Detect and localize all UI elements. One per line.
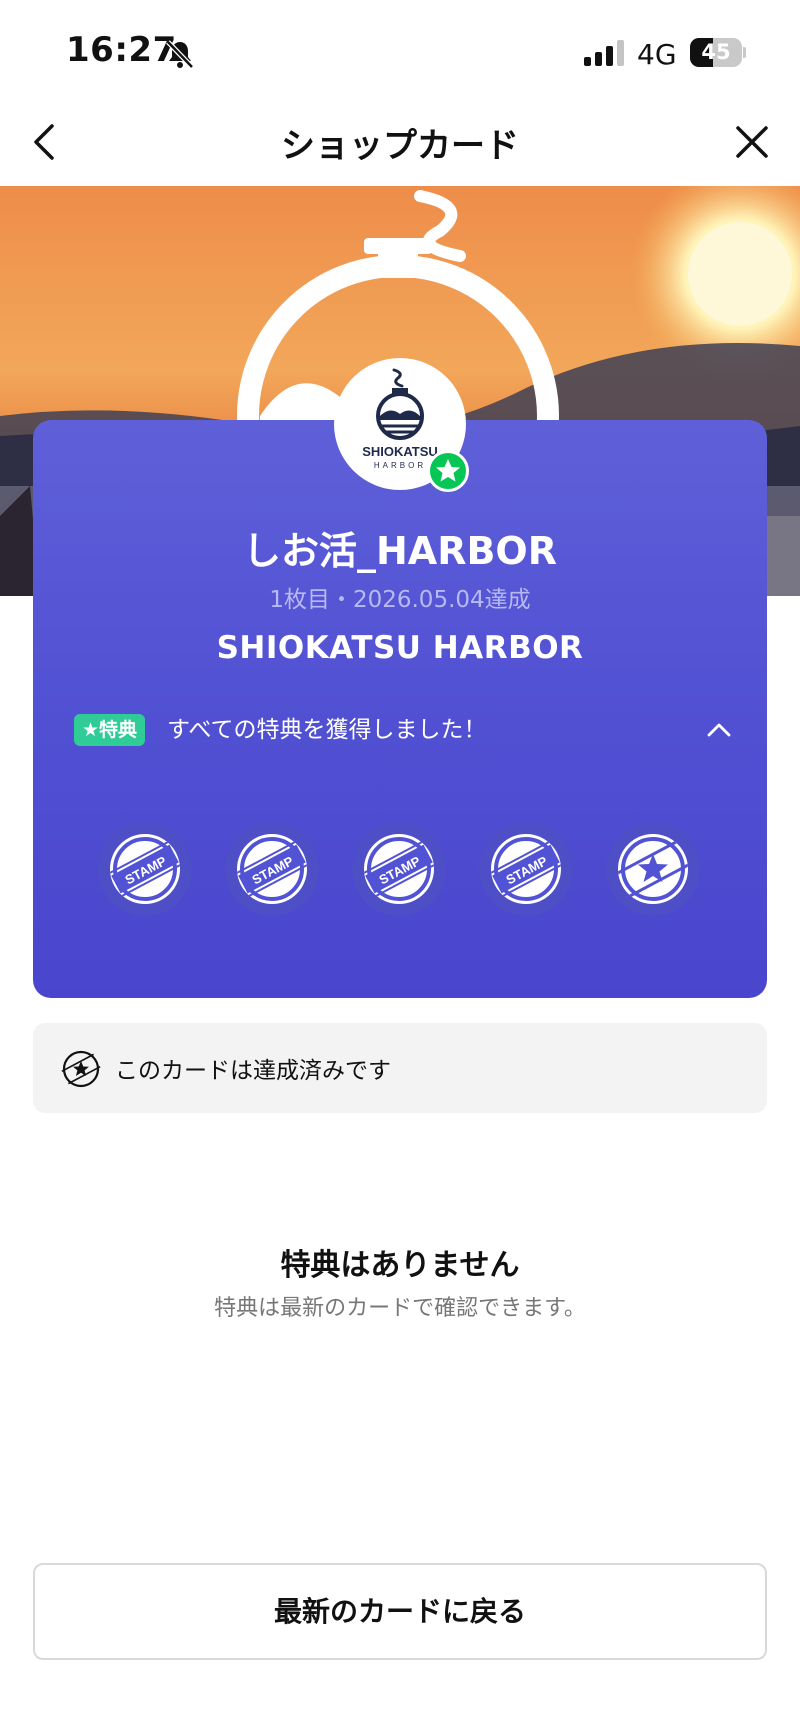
stamp-icon: STAMP [364,837,434,901]
bell-muted-icon [166,40,194,69]
completed-notice: このカードは達成済みです [33,1023,767,1113]
signal-icon [584,40,624,66]
stamp-1: STAMP [98,822,192,916]
verified-badge-icon [427,450,469,492]
star-stamp-icon [618,837,688,901]
card-meta: 1枚目・2026.05.04達成 [269,587,531,613]
reward-tag: ★特典 [74,714,146,746]
empty-rewards-title: 特典はありません [280,1248,520,1283]
status-time: 16:27 [66,30,177,70]
back-to-latest-card-button[interactable]: 最新のカードに戻る [33,1563,767,1660]
close-icon[interactable] [730,120,774,164]
stamp-3: STAMP [352,822,446,916]
stamp-5-reward [606,822,700,916]
shop-name: しお活_HARBOR [242,529,557,573]
completed-stamp-icon [61,1050,101,1088]
reward-row[interactable]: ★特典 すべての特典を獲得しました！ [74,714,734,748]
status-bar: 16:27 4G 45 [0,0,800,100]
nav-bar: ショップカード [0,100,800,186]
shop-title: SHIOKATSU HARBOR [216,630,584,666]
empty-rewards-subtitle: 特典は最新のカードで確認できます。 [214,1296,586,1321]
logo-text: SHIOKATSU [362,444,438,459]
stamp-icon: STAMP [110,837,180,901]
battery-level: 45 [701,40,731,64]
chevron-up-icon[interactable] [706,718,732,742]
stamp-icon: STAMP [491,837,561,901]
stamp-4: STAMP [479,822,573,916]
completed-notice-text: このカードは達成済みです [115,1058,391,1084]
stamp-icon: STAMP [237,837,307,901]
logo-subtext: HARBOR [374,461,426,470]
reward-status: すべての特典を獲得しました！ [167,717,487,743]
stamp-2: STAMP [225,822,319,916]
network-type: 4G [637,38,677,71]
page-title: ショップカード [281,126,519,166]
battery-icon: 45 [690,38,746,67]
